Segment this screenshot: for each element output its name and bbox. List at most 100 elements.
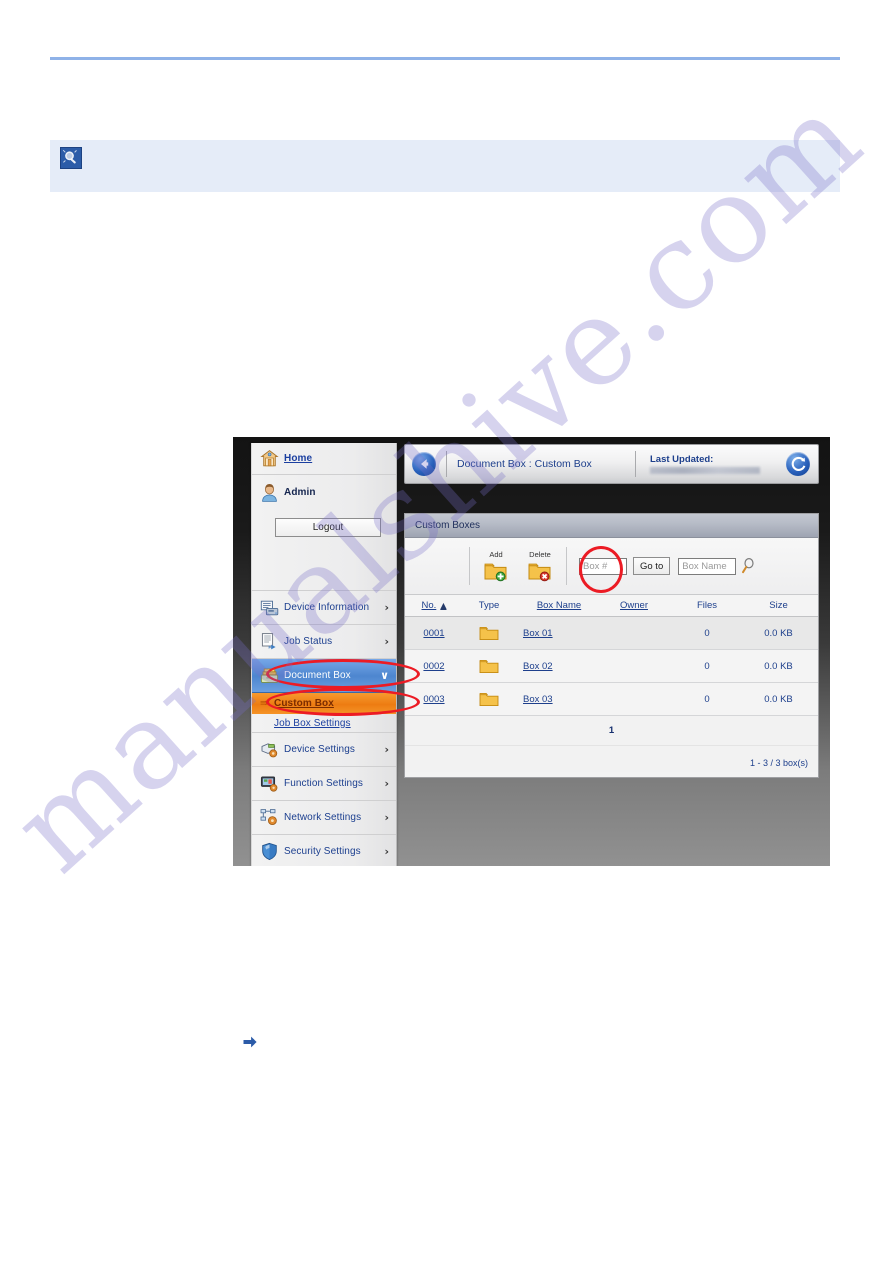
sidebar-item-label: Job Status	[284, 636, 333, 647]
folder-icon	[479, 691, 499, 707]
right-arrow-icon	[242, 1034, 258, 1050]
cell-size: 0.0 KB	[764, 627, 793, 639]
column-header-type: Type	[478, 600, 500, 611]
delete-button-label: Delete	[529, 549, 551, 559]
box-number-input[interactable]: Box #	[579, 557, 627, 575]
logout-button[interactable]: Logout	[275, 517, 381, 537]
pagination[interactable]: 1	[405, 716, 818, 746]
sidebar-item-function-settings[interactable]: Function Settings ›	[252, 767, 396, 801]
sidebar-item-label: Security Settings	[284, 846, 361, 857]
folder-icon	[479, 625, 499, 641]
record-count: 1 - 3 / 3 box(s)	[405, 746, 818, 772]
folder-icon	[479, 658, 499, 674]
divider	[566, 547, 567, 585]
cell-box-name[interactable]: Box 01	[515, 628, 595, 639]
sidebar-spacer	[252, 545, 396, 591]
chevron-right-icon: ›	[384, 743, 389, 756]
add-button-label: Add	[489, 549, 503, 559]
panel-toolbar: Add Delete Box # Go to Box Name	[405, 538, 818, 595]
column-header-files: Files	[696, 600, 718, 611]
cell-files: 0	[704, 660, 710, 672]
chevron-right-icon: ›	[384, 601, 389, 614]
table-row[interactable]: 0001 Box 01 0 0.0 KB	[405, 617, 818, 650]
note-callout-box	[50, 140, 840, 192]
sidebar-item-document-box[interactable]: Document Box ∨	[252, 659, 396, 693]
home-icon	[260, 449, 279, 468]
cell-files: 0	[704, 693, 710, 705]
note-magnifier-icon	[60, 147, 82, 169]
divider	[635, 451, 636, 477]
sidebar-item-custom-box[interactable]: ⇛ Custom Box	[252, 693, 396, 714]
page-number-1[interactable]: 1	[609, 725, 614, 736]
document-box-icon	[260, 666, 279, 685]
network-settings-icon	[260, 808, 279, 827]
sidebar-item-home[interactable]: Home	[252, 443, 396, 475]
sidebar-item-label: Home	[284, 453, 313, 464]
goto-group: Box # Go to	[579, 557, 671, 575]
table-header-row: No. ▲ Type Box Name Owner Files Size	[405, 595, 818, 617]
sidebar-item-device-information[interactable]: Device Information ›	[252, 591, 396, 625]
embedded-screenshot: Home Admin Logout Device Information › J…	[233, 437, 830, 866]
sidebar-item-device-settings[interactable]: Device Settings ›	[252, 733, 396, 767]
sidebar: Home Admin Logout Device Information › J…	[251, 443, 420, 866]
last-updated-label: Last Updated:	[650, 454, 714, 465]
record-count-text: 1 - 3 / 3 box(s)	[749, 758, 808, 768]
topbar: Document Box : Custom Box Last Updated:	[404, 444, 819, 484]
add-button[interactable]: Add	[474, 549, 518, 582]
cell-box-name[interactable]: Box 03	[515, 694, 595, 705]
sub-item-bullet-icon: ⇛	[260, 697, 269, 709]
search-group: Box Name	[678, 557, 755, 575]
logout-row: Logout	[252, 509, 396, 545]
cell-box-name[interactable]: Box 02	[515, 661, 595, 672]
sidebar-item-job-status[interactable]: Job Status ›	[252, 625, 396, 659]
column-header-box-name[interactable]: Box Name	[515, 600, 595, 611]
sidebar-item-security-settings[interactable]: Security Settings ›	[252, 835, 396, 866]
chevron-right-icon: ›	[384, 845, 389, 858]
delete-button[interactable]: Delete	[518, 549, 562, 582]
chevron-down-icon: ∨	[380, 669, 389, 682]
sidebar-item-label: Device Information	[284, 602, 370, 613]
divider	[446, 451, 447, 477]
page-header-rule	[50, 57, 840, 60]
divider	[469, 547, 470, 585]
job-status-icon	[260, 632, 279, 651]
panel-title: Custom Boxes	[405, 514, 818, 538]
sidebar-item-label: Function Settings	[284, 778, 363, 789]
sidebar-item-label: Device Settings	[284, 744, 355, 755]
breadcrumb: Document Box : Custom Box	[457, 458, 592, 470]
last-updated-block: Last Updated:	[646, 454, 786, 474]
cell-type	[463, 625, 515, 641]
user-avatar-icon	[260, 483, 279, 502]
sidebar-item-job-box-settings[interactable]: Job Box Settings	[252, 714, 396, 733]
security-settings-icon	[260, 842, 279, 861]
cell-no[interactable]: 0003	[405, 694, 463, 705]
content-area: Document Box : Custom Box Last Updated: …	[403, 437, 830, 866]
column-header-size: Size	[769, 600, 788, 611]
refresh-icon[interactable]	[786, 452, 810, 476]
cell-size: 0.0 KB	[764, 693, 793, 705]
cell-type	[463, 691, 515, 707]
folder-delete-icon	[527, 560, 553, 582]
back-arrow-icon[interactable]	[412, 452, 436, 476]
sidebar-item-label: Custom Box	[274, 698, 334, 709]
column-header-owner[interactable]: Owner	[595, 600, 673, 611]
box-name-input[interactable]: Box Name	[678, 557, 737, 575]
cell-no[interactable]: 0001	[405, 628, 463, 639]
custom-boxes-table: No. ▲ Type Box Name Owner Files Size 000…	[405, 595, 818, 772]
sort-ascending-icon: ▲	[440, 601, 447, 610]
chevron-right-icon: ›	[384, 777, 389, 790]
sidebar-user: Admin	[252, 475, 396, 509]
last-updated-value	[650, 467, 760, 474]
search-magnifier-icon[interactable]	[741, 557, 755, 574]
sidebar-user-label: Admin	[284, 486, 316, 498]
cell-no[interactable]: 0002	[405, 661, 463, 672]
goto-button[interactable]: Go to	[633, 557, 671, 575]
column-header-no[interactable]: No. ▲	[405, 600, 463, 611]
table-row[interactable]: 0002 Box 02 0 0.0 KB	[405, 650, 818, 683]
sidebar-item-label: Network Settings	[284, 812, 362, 823]
sidebar-item-label: Job Box Settings	[274, 717, 351, 729]
device-settings-icon	[260, 740, 279, 759]
sidebar-item-label: Document Box	[284, 670, 351, 681]
sidebar-item-network-settings[interactable]: Network Settings ›	[252, 801, 396, 835]
table-row[interactable]: 0003 Box 03 0 0.0 KB	[405, 683, 818, 716]
